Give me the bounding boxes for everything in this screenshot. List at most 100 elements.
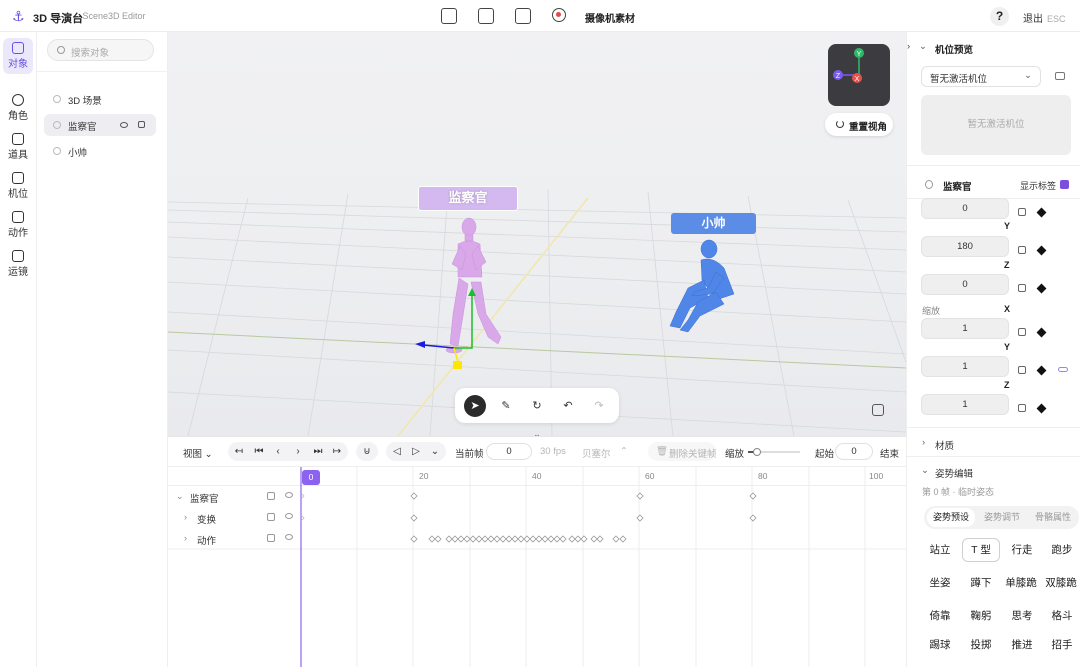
exit-button[interactable]: 退出 ESC (1023, 10, 1066, 25)
help-button[interactable]: ? (990, 7, 1009, 26)
camera-icon[interactable] (1055, 72, 1065, 80)
chevron-right-icon[interactable]: › (922, 437, 925, 448)
rail-item-actions[interactable]: 动作 (3, 207, 33, 243)
rail-item-characters[interactable]: 角色 (3, 90, 33, 126)
pose-button[interactable]: 双膝跪 (1043, 568, 1079, 598)
pose-edit-section[interactable]: 姿势编辑 (935, 466, 973, 480)
pose-button[interactable]: 倚靠 (921, 604, 959, 628)
gizmo-x-label: X (855, 76, 860, 83)
link-icon[interactable] (1058, 367, 1068, 372)
lock-icon[interactable] (1018, 246, 1026, 254)
rotation-field-1[interactable]: 0 (921, 198, 1009, 219)
keyframe-icon[interactable] (1036, 327, 1047, 338)
pose-button[interactable]: 招手 (1043, 633, 1080, 657)
fullscreen-icon[interactable] (872, 404, 884, 416)
lock-icon[interactable] (1018, 208, 1026, 216)
app-subtitle: · Scene3D Editor (77, 11, 146, 21)
keyframe-icon[interactable] (1036, 207, 1047, 218)
rotate-tool-icon[interactable]: ↻ (526, 395, 548, 417)
pose-button[interactable]: 投掷 (962, 633, 1000, 657)
lock-icon[interactable] (267, 513, 275, 521)
pose-button[interactable]: 鞠躬 (962, 604, 1000, 628)
add-object-icon[interactable] (478, 8, 494, 24)
tab-bone-props[interactable]: 骨骼属性 (1028, 508, 1078, 527)
track-caret[interactable]: ⌄ (176, 491, 184, 502)
camera-select[interactable]: 暂无激活机位 ⌄ (921, 66, 1041, 87)
collapse-timeline-icon[interactable]: ⌄ (532, 429, 542, 436)
object-item-jianchaguan[interactable]: 监察官 (44, 114, 156, 136)
top-bar: ⚓ 3D 导演台 · Scene3D Editor 摄像机素材 ? 退出 ESC (0, 0, 1080, 32)
lock-icon[interactable] (138, 121, 145, 128)
rail-item-props[interactable]: 道具 (3, 129, 33, 165)
keyframe-icon[interactable] (1036, 403, 1047, 414)
rotation-field-2[interactable]: 180 (921, 236, 1009, 257)
track-row-action[interactable]: › 动作 (168, 528, 906, 549)
track-row-jianchaguan[interactable]: ⌄ 监察官 (168, 486, 906, 507)
rail-item-objects[interactable]: 对象 (3, 38, 33, 74)
eye-icon[interactable] (285, 534, 293, 540)
chevron-down-icon[interactable]: ⌄ (921, 465, 929, 476)
axis-label: Z (1004, 380, 1010, 390)
eye-icon[interactable] (285, 492, 293, 498)
scale-field-1[interactable]: 1 (921, 318, 1009, 339)
eye-icon[interactable] (285, 513, 293, 519)
eye-icon[interactable] (120, 122, 128, 128)
lock-icon[interactable] (1018, 284, 1026, 292)
select-tool-icon[interactable]: ➤ (464, 395, 486, 417)
scale-field-2[interactable]: 1 (921, 356, 1009, 377)
track-caret[interactable]: › (184, 533, 187, 543)
undo-icon[interactable]: ↶ (557, 395, 579, 417)
lock-icon[interactable] (1018, 328, 1026, 336)
object-item-xiaoshuai[interactable]: 小帅 (44, 140, 156, 162)
anchor-logo-icon: ⚓ (12, 8, 25, 24)
chevron-down-icon[interactable]: ⌄ (919, 41, 927, 52)
pose-button[interactable]: 行走 (1003, 538, 1041, 562)
object-item-scene[interactable]: 3D 场景 (44, 88, 156, 110)
pose-button[interactable]: 坐姿 (921, 571, 959, 595)
lock-icon[interactable] (1018, 366, 1026, 374)
pose-button[interactable]: 踢球 (921, 633, 959, 657)
rotation-field-3[interactable]: 0 (921, 274, 1009, 295)
track-caret[interactable]: › (184, 512, 187, 522)
reset-view-button[interactable]: 重置视角 (825, 113, 893, 136)
pose-button[interactable]: T 型 (962, 538, 1000, 562)
keyframe-icon[interactable] (1036, 283, 1047, 294)
screen-import-icon[interactable] (441, 8, 457, 24)
axis-gizmo[interactable]: Y Z X (828, 44, 890, 106)
pose-button[interactable]: 格斗 (1043, 604, 1080, 628)
lock-icon[interactable] (267, 492, 275, 500)
gizmo-z-label: Z (836, 73, 841, 80)
pose-button[interactable]: 单膝跪 (1003, 568, 1039, 598)
pose-button[interactable]: 推进 (1003, 633, 1041, 657)
pose-button[interactable]: 蹲下 (962, 571, 1000, 595)
lock-icon[interactable] (267, 534, 275, 542)
character-label-b[interactable]: 小帅 (671, 213, 756, 234)
collapse-panel-icon[interactable]: › (907, 41, 910, 52)
image-add-icon[interactable] (515, 8, 531, 24)
search-input[interactable]: 搜索对象 (47, 39, 154, 61)
scene-icon (53, 95, 61, 103)
track-row-transform[interactable]: › 变换 (168, 507, 906, 528)
tab-pose-presets[interactable]: 姿势预设 (927, 508, 975, 527)
object-label: 小帅 (68, 148, 88, 159)
material-section[interactable]: 材质 (935, 438, 954, 452)
rail-item-cameras[interactable]: 机位 (3, 168, 33, 204)
record-icon[interactable] (552, 8, 566, 22)
camera-asset-button[interactable]: 摄像机素材 (585, 10, 635, 25)
keyframe-icon[interactable] (1036, 245, 1047, 256)
character-label-a[interactable]: 监察官 (418, 186, 518, 211)
redo-icon[interactable]: ↷ (588, 395, 610, 417)
show-label-checkbox[interactable] (1060, 180, 1069, 189)
lock-icon[interactable] (1018, 404, 1026, 412)
3d-viewport[interactable]: 监察官 小帅 Y Z X 重置视角 ➤ ✎ ↻ ↶ ↷ ⌄ (168, 32, 906, 436)
playhead-marker[interactable]: 0 (302, 470, 320, 485)
keyframe-icon[interactable] (1036, 365, 1047, 376)
pose-button[interactable]: 思考 (1003, 604, 1041, 628)
pose-button[interactable]: 站立 (921, 538, 959, 562)
edit-tool-icon[interactable]: ✎ (495, 395, 517, 417)
scale-field-3[interactable]: 1 (921, 394, 1009, 415)
axis-label: Z (1004, 260, 1010, 270)
tab-pose-adjust[interactable]: 姿势调节 (977, 508, 1027, 527)
rail-item-camera-moves[interactable]: 运镜 (3, 246, 33, 282)
pose-button[interactable]: 跑步 (1043, 538, 1080, 562)
